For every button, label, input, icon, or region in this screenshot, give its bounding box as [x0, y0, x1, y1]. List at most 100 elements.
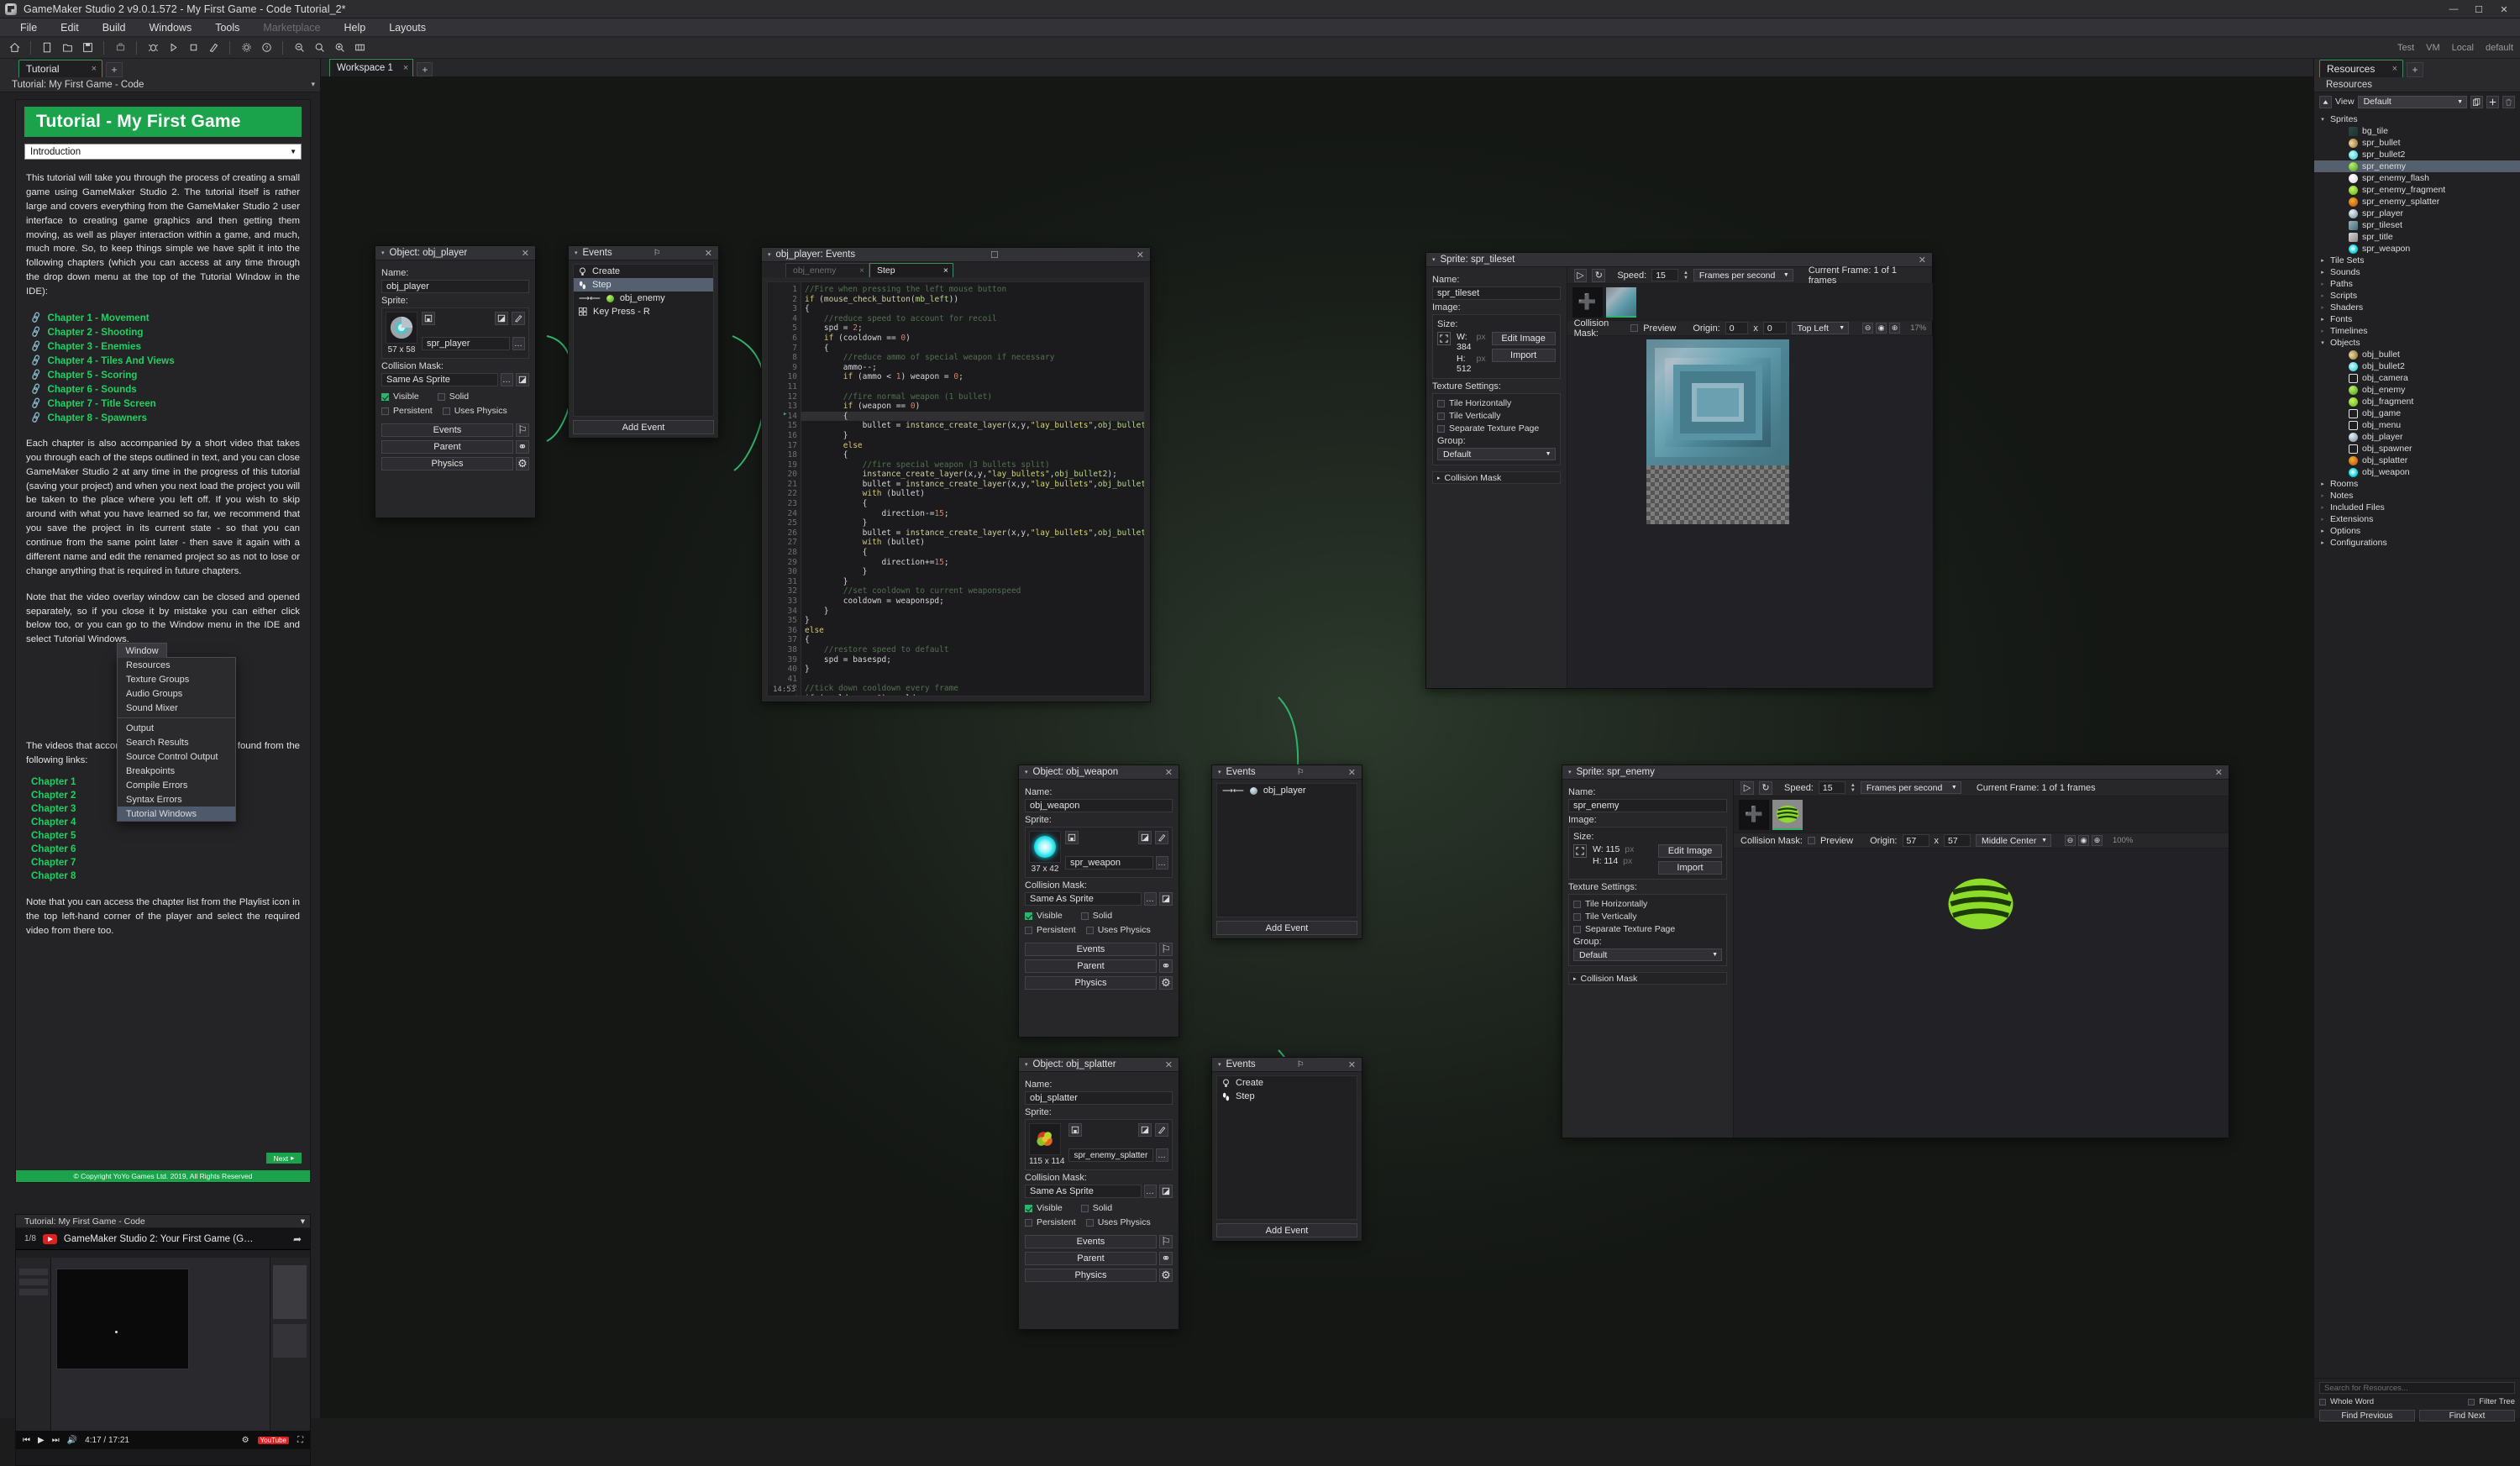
- tree-item-spr-player[interactable]: spr_player: [2314, 208, 2520, 219]
- collision-mask-field[interactable]: Same As Sprite: [381, 373, 498, 386]
- tree-expand-icon[interactable]: ▸: [2319, 316, 2326, 323]
- tree-expand-icon[interactable]: ▸: [2319, 269, 2326, 276]
- tree-expand-icon[interactable]: ▸: [2319, 481, 2326, 487]
- fullscreen-icon[interactable]: ⛶: [297, 1436, 303, 1445]
- tree-item-obj-spawner[interactable]: obj_spawner: [2314, 443, 2520, 455]
- checkbox-persistent[interactable]: Persistent: [1025, 925, 1076, 935]
- tree-expand-icon[interactable]: ▾: [2319, 339, 2326, 346]
- collision-edit-icon[interactable]: [516, 373, 529, 386]
- event-item-obj-enemy[interactable]: ⟶⟵ obj_enemy: [574, 292, 713, 305]
- zoom-reset-icon[interactable]: [310, 39, 328, 56]
- checkbox-solid[interactable]: Solid: [437, 391, 469, 402]
- code-tab-step[interactable]: Step ×: [869, 263, 953, 277]
- code-tab-obj-enemy[interactable]: obj_enemy ×: [785, 263, 869, 277]
- window-titlebar[interactable]: ▾ Sprite: spr_enemy ✕: [1562, 765, 2229, 780]
- video-title-text[interactable]: GameMaker Studio 2: Your First Game (G…: [64, 1234, 254, 1244]
- tree-item-obj-camera[interactable]: obj_camera: [2314, 372, 2520, 384]
- tree-item-obj-game[interactable]: obj_game: [2314, 407, 2520, 419]
- tree-item-obj-splatter[interactable]: obj_splatter: [2314, 455, 2520, 466]
- origin-mode-select[interactable]: Top Left ▼: [1791, 322, 1850, 334]
- sprite-name-field[interactable]: spr_enemy_splatter: [1068, 1148, 1153, 1162]
- new-sprite-icon[interactable]: [422, 312, 435, 325]
- parent-tree-icon[interactable]: ⚭: [516, 440, 529, 454]
- code-editor-obj-player-events[interactable]: ▾ obj_player: Events ☐ ✕ obj_enemy × Ste…: [761, 247, 1151, 702]
- tree-item-included-files[interactable]: ▸ Included Files: [2314, 502, 2520, 513]
- tab-add-button[interactable]: +: [2407, 62, 2423, 77]
- tab-close-icon[interactable]: ×: [403, 63, 408, 73]
- event-list[interactable]: Create Step ⟶⟵ obj_enemy Key Press - R: [573, 264, 714, 417]
- tree-item-options[interactable]: ▸ Options: [2314, 525, 2520, 537]
- find-next-button[interactable]: Find Next: [2419, 1410, 2515, 1421]
- events-panel-obj-weapon[interactable]: ▾ Events ⚐ ✕ ⟶⟵ obj_player Add Event: [1211, 765, 1362, 939]
- checkbox-preview[interactable]: [1630, 324, 1639, 332]
- tree-item-spr-enemy-splatter[interactable]: spr_enemy_splatter: [2314, 196, 2520, 208]
- next-button[interactable]: Next ▸: [266, 1153, 302, 1164]
- menu-file[interactable]: File: [8, 18, 49, 37]
- tree-item-paths[interactable]: ▸ Paths: [2314, 278, 2520, 290]
- edit-image-button[interactable]: Edit Image: [1658, 844, 1722, 858]
- parent-button[interactable]: Parent: [381, 440, 513, 454]
- chapter-link-6[interactable]: 🔗 Chapter 6 - Sounds: [29, 382, 310, 397]
- close-icon[interactable]: ✕: [1163, 1059, 1175, 1070]
- close-icon[interactable]: ✕: [1346, 1059, 1358, 1070]
- tree-item-spr-weapon[interactable]: spr_weapon: [2314, 243, 2520, 255]
- event-item-step[interactable]: Step: [574, 278, 713, 292]
- clean-icon[interactable]: [204, 39, 223, 56]
- tree-item-scripts[interactable]: ▸ Scripts: [2314, 290, 2520, 302]
- menu-build[interactable]: Build: [91, 18, 138, 37]
- sprite-browse-button[interactable]: …: [512, 337, 525, 350]
- collision-browse-button[interactable]: …: [501, 373, 513, 386]
- video-link-8[interactable]: Chapter 8: [31, 870, 310, 884]
- flag-icon[interactable]: ⚐: [1159, 1235, 1173, 1248]
- tree-item-spr-bullet[interactable]: spr_bullet: [2314, 137, 2520, 149]
- zoom-out-icon[interactable]: ⊖: [1862, 323, 1874, 334]
- next-icon[interactable]: ⏭: [52, 1436, 60, 1445]
- resource-tree[interactable]: ▾ Sprites bg_tile spr_bullet spr_bullet2 spr_…: [2314, 111, 2520, 549]
- checkbox-separate-texture-page[interactable]: Separate Texture Page: [1437, 423, 1556, 433]
- frame-strip[interactable]: ➕: [1734, 796, 2229, 833]
- speed-stepper[interactable]: ▲ ▼: [1683, 271, 1688, 281]
- search-input[interactable]: Search for Resources...: [2319, 1382, 2515, 1394]
- tree-item-obj-bullet2[interactable]: obj_bullet2: [2314, 360, 2520, 372]
- chapter-select[interactable]: Introduction ▼: [24, 144, 302, 160]
- origin-x-input[interactable]: 57: [1902, 834, 1929, 847]
- speed-input[interactable]: 15: [1651, 269, 1678, 281]
- parent-tree-icon[interactable]: ⚭: [1159, 959, 1173, 973]
- resize-icon[interactable]: [1573, 844, 1587, 858]
- collapse-icon[interactable]: ▾: [1568, 769, 1572, 775]
- chevron-down-icon[interactable]: ▾: [311, 80, 315, 89]
- breakpoint-arrow-icon[interactable]: ▸: [783, 410, 787, 420]
- find-previous-button[interactable]: Find Previous: [2319, 1410, 2415, 1421]
- chapter-link-1[interactable]: 🔗 Chapter 1 - Movement: [29, 311, 310, 325]
- collision-mask-field[interactable]: Same As Sprite: [1025, 1185, 1142, 1198]
- tree-item-obj-fragment[interactable]: obj_fragment: [2314, 396, 2520, 407]
- tree-item-obj-bullet[interactable]: obj_bullet: [2314, 349, 2520, 360]
- object-editor-obj-splatter[interactable]: ▾ Object: obj_splatter ✕ Name: obj_splat…: [1018, 1057, 1179, 1330]
- code-lines[interactable]: //Fire when pressing the left mouse butt…: [805, 282, 1144, 696]
- collapse-icon[interactable]: ▾: [1218, 1061, 1221, 1068]
- edit-sprite-icon[interactable]: [1138, 831, 1152, 844]
- object-name-input[interactable]: obj_player: [381, 280, 529, 293]
- checkbox-visible[interactable]: Visible: [381, 391, 419, 402]
- tree-expand-icon[interactable]: ▾: [2319, 116, 2326, 123]
- preferences-icon[interactable]: [237, 39, 255, 56]
- checkbox-solid[interactable]: Solid: [1080, 911, 1112, 921]
- checkbox-tile-horizontally[interactable]: Tile Horizontally: [1573, 899, 1722, 909]
- tree-expand-icon[interactable]: ▸: [2319, 292, 2326, 299]
- tree-item-sprites[interactable]: ▾ Sprites: [2314, 113, 2520, 125]
- zoom-out-icon[interactable]: ⊖: [2065, 835, 2076, 846]
- zoom-in-icon[interactable]: ⊕: [2092, 835, 2103, 846]
- add-event-button[interactable]: Add Event: [1216, 1223, 1357, 1237]
- new-sprite-icon[interactable]: [1065, 831, 1079, 844]
- window-titlebar[interactable]: ▾ Events ⚐ ✕: [1212, 765, 1362, 780]
- collapse-icon[interactable]: ▾: [575, 250, 578, 256]
- window-menu-item-resources[interactable]: Resources: [118, 658, 235, 672]
- origin-y-input[interactable]: 0: [1762, 322, 1787, 334]
- zoom-reset-icon[interactable]: ◉: [1876, 323, 1887, 334]
- checkbox-uses-physics[interactable]: Uses Physics: [1085, 925, 1151, 935]
- chapter-link-3[interactable]: 🔗 Chapter 3 - Enemies: [29, 339, 310, 354]
- play-icon[interactable]: ▷: [1740, 780, 1754, 795]
- collapse-icon[interactable]: ▾: [1218, 769, 1221, 775]
- window-titlebar[interactable]: ▾ Events ⚐ ✕: [1212, 1058, 1362, 1072]
- physics-button[interactable]: Physics: [1025, 976, 1157, 990]
